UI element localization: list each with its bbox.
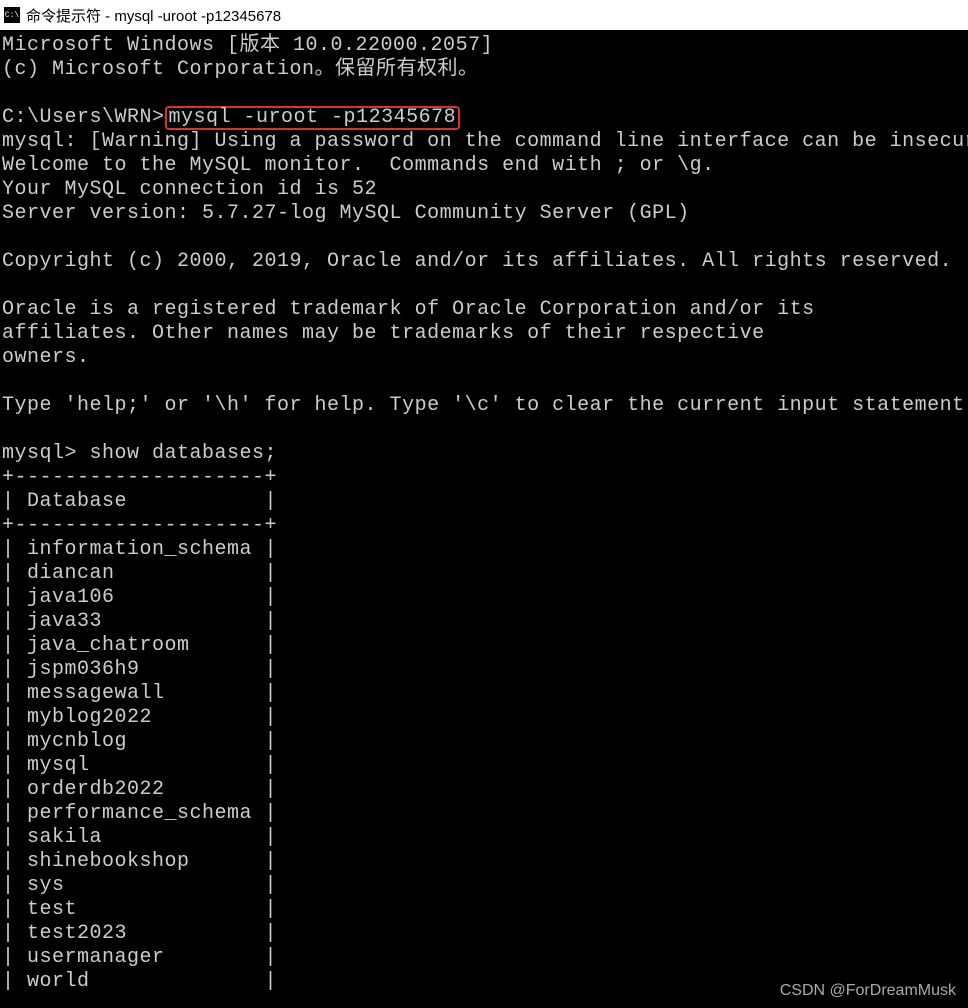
mysql-welcome: Welcome to the MySQL monitor. Commands e…	[2, 154, 715, 177]
mysql-warning: mysql: [Warning] Using a password on the…	[2, 130, 968, 153]
windows-version-line: Microsoft Windows [版本 10.0.22000.2057]	[2, 34, 493, 57]
watermark: CSDN @ForDreamMusk	[780, 982, 956, 1000]
oracle-copyright: Copyright (c) 2000, 2019, Oracle and/or …	[2, 250, 952, 273]
highlighted-command: mysql -uroot -p12345678	[165, 106, 461, 130]
table-header-row: | Database |	[2, 490, 277, 513]
oracle-trademark-2: affiliates. Other names may be trademark…	[2, 322, 765, 345]
mysql-server-version: Server version: 5.7.27-log MySQL Communi…	[2, 202, 690, 225]
show-databases-cmd: show databases;	[90, 442, 278, 465]
oracle-trademark-3: owners.	[2, 346, 90, 369]
database-list: | information_schema | | diancan | | jav…	[2, 538, 277, 993]
mysql-conn-id: Your MySQL connection id is 52	[2, 178, 377, 201]
table-border-mid: +--------------------+	[2, 514, 277, 537]
window-title: 命令提示符 - mysql -uroot -p12345678	[26, 5, 281, 26]
table-border-top: +--------------------+	[2, 466, 277, 489]
prompt-path: C:\Users\WRN>	[2, 106, 165, 129]
mysql-help-line: Type 'help;' or '\h' for help. Type '\c'…	[2, 394, 968, 417]
ms-copyright-line: (c) Microsoft Corporation。保留所有权利。	[2, 58, 479, 81]
cmd-icon: C:\	[4, 7, 20, 23]
mysql-prompt: mysql>	[2, 442, 90, 465]
oracle-trademark-1: Oracle is a registered trademark of Orac…	[2, 298, 815, 321]
window-titlebar[interactable]: C:\ 命令提示符 - mysql -uroot -p12345678	[0, 0, 968, 30]
terminal-output[interactable]: Microsoft Windows [版本 10.0.22000.2057] (…	[0, 30, 968, 998]
